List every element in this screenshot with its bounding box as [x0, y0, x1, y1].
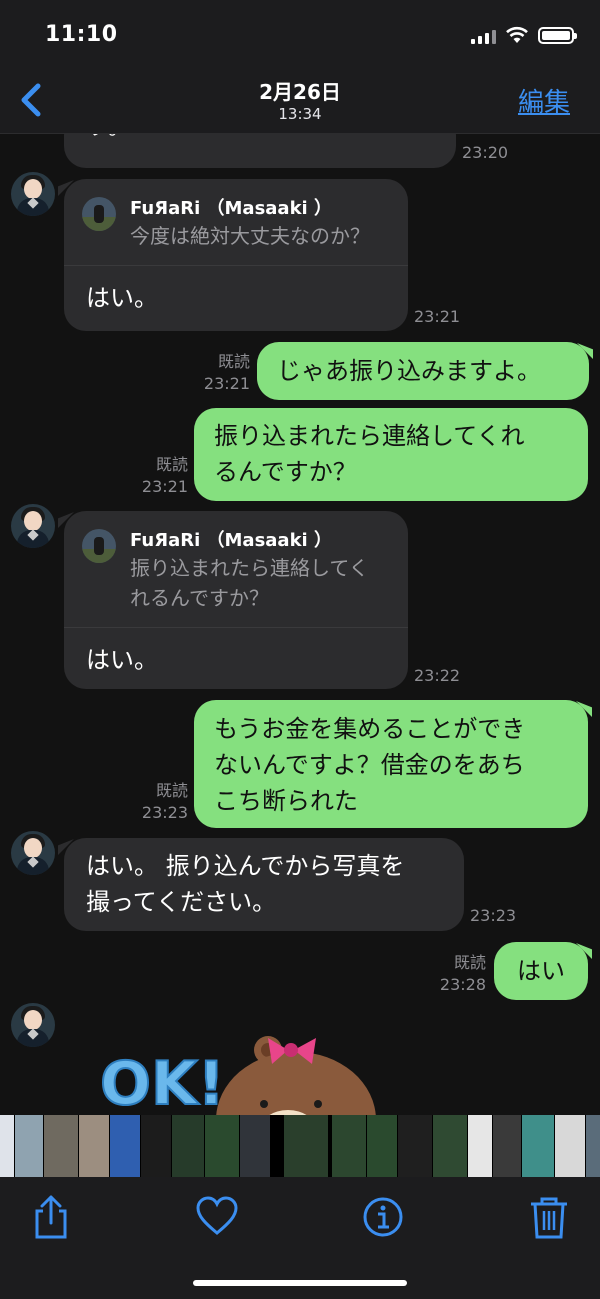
photo-time: 13:34 [278, 105, 322, 123]
edit-button[interactable]: 編集 [518, 82, 570, 119]
message-line: 撮ってください。 [86, 888, 277, 916]
incoming-bubble: す。 [64, 134, 456, 168]
outgoing-bubble: じゃあ振り込みますよ。 [257, 342, 589, 400]
outgoing-bubble: 振り込まれたら連絡してくれ るんですか？ [194, 408, 588, 501]
thumbnail[interactable] [15, 1115, 43, 1177]
reply-quoted-text: れるんですか？ [130, 586, 269, 610]
reply-quoted-text: 今度は絶対大丈夫なのか？ [130, 224, 370, 248]
message-line: もうお金を集めることができ [214, 715, 526, 743]
thumbnail-strip[interactable] [0, 1115, 600, 1177]
reply-bubble: FuЯaRi （Masaaki ） 今度は絶対大丈夫なのか？ はい。 [64, 179, 408, 331]
message-time: 23:21 [414, 307, 461, 326]
thumbnail[interactable] [522, 1115, 554, 1177]
message-text: はい。 [86, 646, 158, 674]
thumbnail[interactable] [110, 1115, 140, 1177]
read-receipt: 既読 23:21 [128, 454, 188, 498]
reply-sender-name: FuЯaRi （Masaaki ） [130, 198, 332, 219]
message-time: 23:22 [414, 666, 461, 685]
home-indicator[interactable] [193, 1280, 407, 1286]
read-receipt: 既読 23:23 [128, 780, 188, 824]
thumbnail[interactable] [172, 1115, 204, 1177]
avatar [11, 831, 55, 875]
thumbnail[interactable] [240, 1115, 270, 1177]
outgoing-bubble: もうお金を集めることができ ないんですよ？借金のをあち こち断られた [194, 700, 588, 828]
sticker-text: OK! [100, 1049, 225, 1115]
read-label: 既読 [453, 953, 486, 972]
message-text: はい。 [86, 284, 158, 312]
thumbnail[interactable] [44, 1115, 78, 1177]
message-line: ないんですよ？借金のをあち [214, 751, 525, 779]
message-time: 23:28 [439, 975, 486, 994]
read-receipt: 既読 23:28 [426, 952, 486, 996]
thumbnail[interactable] [493, 1115, 521, 1177]
thumbnail[interactable] [433, 1115, 467, 1177]
read-receipt: 既読 23:21 [190, 351, 250, 395]
thumbnail[interactable] [586, 1115, 600, 1177]
quoted-reply: FuЯaRi （Masaaki ） 振り込まれたら連絡してく れるんですか？ [64, 511, 408, 628]
status-time: 11:10 [45, 22, 118, 47]
info-icon[interactable] [361, 1195, 405, 1239]
cellular-signal-icon [471, 30, 497, 44]
thumbnail[interactable] [367, 1115, 397, 1177]
quoted-reply: FuЯaRi （Masaaki ） 今度は絶対大丈夫なのか？ [64, 179, 408, 266]
reply-quoted-text: 振り込まれたら連絡してく [130, 556, 369, 580]
thumbnail[interactable] [332, 1115, 366, 1177]
trash-icon[interactable] [527, 1195, 571, 1239]
read-label: 既読 [217, 352, 250, 371]
navigation-bar: 2月26日 13:34 編集 [0, 70, 600, 134]
wifi-icon [506, 26, 528, 43]
message-time: 23:21 [141, 477, 188, 496]
message-line: るんですか？ [214, 458, 357, 486]
avatar [11, 504, 55, 548]
message-line: こち断られた [214, 787, 358, 815]
message-time: 23:23 [141, 803, 188, 822]
chat-screenshot: す。 23:20 FuЯaRi （Masaaki ） 今度は絶対大丈夫なのか？ … [0, 134, 600, 1115]
photo-date: 2月26日 [259, 80, 341, 104]
share-icon[interactable] [29, 1195, 73, 1239]
thumbnail[interactable] [79, 1115, 109, 1177]
reply-avatar [82, 529, 116, 563]
message-text: はい [517, 957, 565, 985]
thumbnail-selected[interactable] [284, 1115, 328, 1177]
heart-icon[interactable] [195, 1195, 239, 1239]
reply-bubble: FuЯaRi （Masaaki ） 振り込まれたら連絡してく れるんですか？ は… [64, 511, 408, 689]
battery-icon [538, 27, 577, 44]
message-line: はい。 振り込んでから写真を [86, 852, 405, 880]
thumbnail[interactable] [205, 1115, 239, 1177]
message-time: 23:21 [203, 374, 250, 393]
message-text: す。 [86, 134, 132, 144]
message-text: じゃあ振り込みますよ。 [277, 357, 541, 385]
thumbnail[interactable] [398, 1115, 432, 1177]
message-line: 振り込まれたら連絡してくれ [214, 422, 525, 450]
read-label: 既読 [155, 781, 188, 800]
message-time: 23:20 [462, 143, 509, 162]
read-label: 既読 [155, 455, 188, 474]
thumbnail[interactable] [468, 1115, 492, 1177]
thumbnail[interactable] [141, 1115, 171, 1177]
reply-sender-name: FuЯaRi （Masaaki ） [130, 530, 332, 551]
message-time: 23:23 [470, 906, 517, 925]
ok-bear-sticker: OK! [99, 1036, 376, 1115]
thumbnail[interactable] [555, 1115, 585, 1177]
outgoing-bubble: はい [494, 942, 588, 1000]
incoming-bubble: はい。 振り込んでから写真を 撮ってください。 [64, 838, 464, 931]
avatar [11, 1003, 55, 1047]
avatar [11, 172, 55, 216]
thumbnail[interactable] [0, 1115, 14, 1177]
reply-avatar [82, 197, 116, 231]
status-bar: 11:10 [0, 0, 600, 70]
